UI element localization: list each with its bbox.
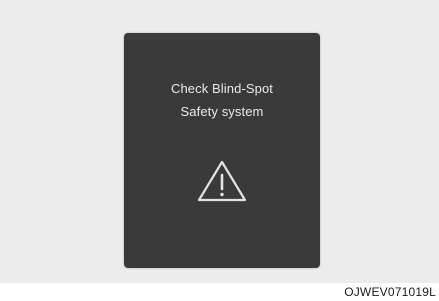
warning-message-line-2: Safety system: [180, 104, 264, 119]
illustration-background: Check Blind-Spot Safety system: [0, 0, 439, 283]
warning-message-line-1: Check Blind-Spot: [170, 81, 274, 96]
figure-code-caption: OJWEV071019L: [344, 285, 436, 299]
cluster-display-panel: Check Blind-Spot Safety system: [124, 33, 320, 268]
warning-triangle-icon: [197, 160, 247, 202]
